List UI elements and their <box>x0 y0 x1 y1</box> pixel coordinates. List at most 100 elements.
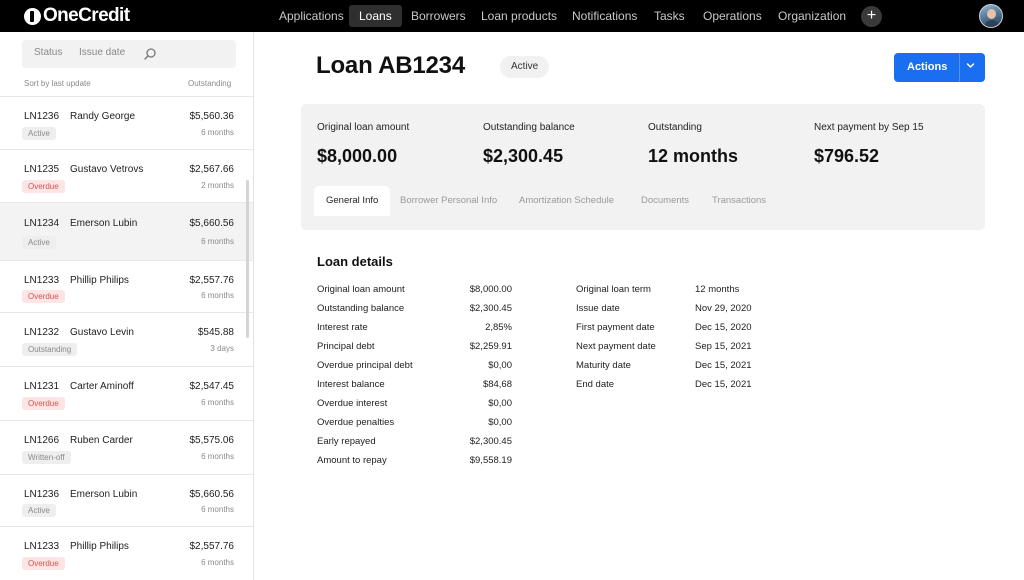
status-badge: Active <box>22 127 56 140</box>
status-badge: Overdue <box>22 557 65 570</box>
loan-duration: 6 months <box>201 558 234 567</box>
detail-value: $0,00 <box>488 398 512 409</box>
summary-outstanding-balance: Outstanding balance $2,300.45 <box>483 122 575 167</box>
loan-duration: 6 months <box>201 398 234 407</box>
loan-detail-row: Next payment date Sep 15, 2021 <box>576 341 766 355</box>
loan-list-item[interactable]: LN1266 Ruben Carder $5,575.06 Written-off 6 … <box>0 421 253 475</box>
loan-list-item[interactable]: LN1232 Gustavo Levin $545.88 Outstanding 3 d… <box>0 313 253 367</box>
tab-documents[interactable]: Documents <box>629 186 701 216</box>
onecredit-logo[interactable]: OneCredit <box>24 5 130 27</box>
detail-label: Next payment date <box>576 341 656 352</box>
tab-amortization-schedule[interactable]: Amortization Schedule <box>507 186 626 216</box>
nav-notifications[interactable]: Notifications <box>562 5 647 27</box>
loan-duration: 6 months <box>201 237 234 246</box>
loan-list-item[interactable]: LN1235 Gustavo Vetrovs $2,567.66 Overdue 2 m… <box>0 150 253 203</box>
summary-outstanding-term: Outstanding 12 months <box>648 122 738 167</box>
nav-organization[interactable]: Organization <box>768 5 856 27</box>
detail-label: Overdue penalties <box>317 417 395 428</box>
detail-label: First payment date <box>576 322 655 333</box>
tab-borrower-personal-info[interactable]: Borrower Personal Info <box>388 186 509 216</box>
logo-icon <box>24 7 41 25</box>
loan-duration: 6 months <box>201 291 234 300</box>
actions-divider <box>959 53 960 82</box>
status-filter[interactable]: Status <box>34 47 62 58</box>
tab-general-info[interactable]: General Info <box>314 186 391 216</box>
loan-id: LN1234 <box>24 218 60 229</box>
detail-label: Original loan term <box>576 284 651 295</box>
borrower-name: Phillip Philips <box>70 275 129 286</box>
loan-summary-card: Original loan amount $8,000.00 Outstandi… <box>301 104 985 230</box>
tab-transactions[interactable]: Transactions <box>700 186 778 216</box>
loan-detail-row: Overdue interest $0,00 <box>317 398 512 412</box>
loan-list-item[interactable]: LN1236 Randy George $5,560.36 Active 6 month… <box>0 97 253 150</box>
loan-detail-row: Outstanding balance $2,300.45 <box>317 303 512 317</box>
nav-applications[interactable]: Applications <box>269 5 354 27</box>
loan-detail-row: Original loan term 12 months <box>576 284 766 298</box>
actions-button-label: Actions <box>907 61 948 73</box>
detail-value: $2,259.91 <box>469 341 512 352</box>
detail-label: Original loan amount <box>317 284 405 295</box>
detail-value: $2,300.45 <box>469 303 512 314</box>
loan-amount: $5,660.56 <box>189 489 235 500</box>
loan-id: LN1236 <box>24 111 60 122</box>
loan-duration: 6 months <box>201 505 234 514</box>
loan-detail-row: Maturity date Dec 15, 2021 <box>576 360 766 374</box>
detail-label: Overdue principal debt <box>317 360 413 371</box>
status-badge: Active <box>500 56 550 78</box>
loan-list-item[interactable]: LN1233 Phillip Philips $2,557.76 Overdue 6 m… <box>0 261 253 313</box>
loan-detail-row: Issue date Nov 29, 2020 <box>576 303 766 317</box>
detail-value: $9,558.19 <box>469 455 512 466</box>
loan-detail-row: Early repayed $2,300.45 <box>317 436 512 450</box>
loan-list: LN1236 Randy George $5,560.36 Active 6 month… <box>0 96 253 580</box>
nav-tasks[interactable]: Tasks <box>644 5 695 27</box>
borrower-name: Carter Aminoff <box>70 381 134 392</box>
nav-borrowers[interactable]: Borrowers <box>401 5 476 27</box>
status-badge: Written-off <box>22 451 71 464</box>
nav-loans[interactable]: Loans <box>349 5 402 27</box>
loan-id: LN1232 <box>24 327 60 338</box>
loan-id: LN1235 <box>24 164 60 175</box>
loan-duration: 3 days <box>210 344 234 353</box>
loan-detail-panel: Loan AB1234 Active Actions Original loan… <box>255 32 1024 580</box>
loan-amount: $5,575.06 <box>189 435 235 446</box>
detail-value: $2,300.45 <box>469 436 512 447</box>
sort-label[interactable]: Sort by last update <box>24 79 91 88</box>
loan-detail-row: Interest balance $84,68 <box>317 379 512 393</box>
loan-list-item[interactable]: LN1236 Emerson Lubin $5,660.56 Active 6 mont… <box>0 475 253 527</box>
loan-detail-row: First payment date Dec 15, 2020 <box>576 322 766 336</box>
detail-value: Dec 15, 2021 <box>695 379 752 390</box>
borrower-name: Gustavo Levin <box>70 327 134 338</box>
plus-icon[interactable]: + <box>861 6 882 27</box>
nav-loan-products[interactable]: Loan products <box>471 5 567 27</box>
loan-amount: $5,560.36 <box>189 111 235 122</box>
summary-label: Outstanding <box>648 122 702 133</box>
avatar[interactable] <box>979 4 1003 28</box>
summary-label: Next payment by Sep 15 <box>814 122 924 133</box>
loan-list-item[interactable]: LN1233 Phillip Philips $2,557.76 Overdue 6 m… <box>0 527 253 580</box>
loan-list-sidebar: Status Issue date Sort by last update Ou… <box>0 32 254 580</box>
borrower-name: Phillip Philips <box>70 541 129 552</box>
loan-detail-row: End date Dec 15, 2021 <box>576 379 766 393</box>
outstanding-column-header: Outstanding <box>188 79 232 88</box>
detail-value: 2,85% <box>485 322 512 333</box>
loan-amount: $2,547.45 <box>189 381 235 392</box>
search-icon[interactable] <box>142 46 158 62</box>
sidebar-scrollbar[interactable] <box>246 180 249 338</box>
issue-date-filter[interactable]: Issue date <box>79 47 125 58</box>
detail-value: $84,68 <box>482 379 512 390</box>
summary-value: $8,000.00 <box>317 146 398 166</box>
detail-label: Amount to repay <box>317 455 387 466</box>
loan-amount: $2,557.76 <box>189 275 235 286</box>
detail-label: Interest rate <box>317 322 368 333</box>
detail-label: Overdue interest <box>317 398 388 409</box>
status-badge: Outstanding <box>22 343 78 356</box>
summary-value: 12 months <box>648 146 739 166</box>
detail-label: Issue date <box>576 303 620 314</box>
loan-list-item[interactable]: LN1231 Carter Aminoff $2,547.45 Overdue 6 mo… <box>0 367 253 421</box>
actions-button[interactable]: Actions <box>894 53 985 82</box>
chevron-down-icon[interactable] <box>966 61 975 72</box>
top-nav-bar: OneCredit Applications Loans Borrowers L… <box>0 0 1024 32</box>
nav-operations[interactable]: Operations <box>693 5 772 27</box>
loan-id: LN1236 <box>24 489 60 500</box>
loan-list-item[interactable]: LN1234 Emerson Lubin $5,660.56 Active 6 mont… <box>0 203 253 261</box>
